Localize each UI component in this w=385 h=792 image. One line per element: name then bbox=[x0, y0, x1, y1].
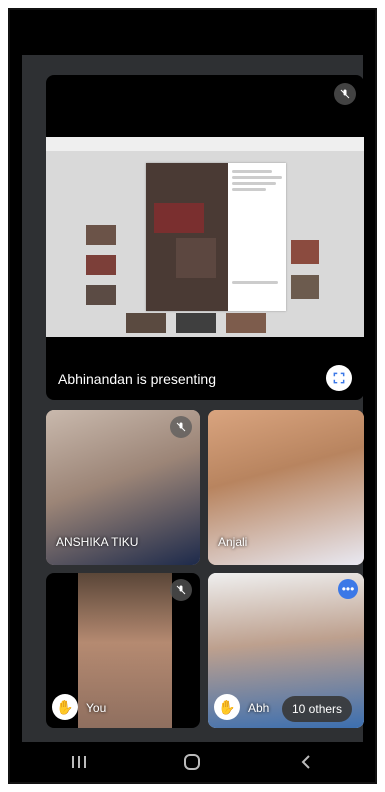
mic-off-icon bbox=[334, 83, 356, 105]
participant-name: You bbox=[86, 701, 107, 715]
home-icon bbox=[184, 754, 201, 770]
shared-screen-content bbox=[46, 137, 364, 337]
presentation-tile[interactable]: Abhinandan is presenting bbox=[46, 75, 364, 400]
more-options-button[interactable]: ••• bbox=[338, 579, 358, 599]
meet-call-screen: Abhinandan is presenting ANSHIKA TIKU An… bbox=[22, 55, 364, 742]
participant-tile[interactable]: ••• ✋ Abh 10 others bbox=[208, 573, 364, 728]
nav-recents-button[interactable] bbox=[49, 742, 109, 782]
android-nav-bar bbox=[22, 742, 363, 782]
fullscreen-button[interactable] bbox=[326, 365, 352, 391]
nav-home-button[interactable] bbox=[162, 742, 222, 782]
shared-post-caption bbox=[230, 167, 284, 307]
presenter-label: Abhinandan is presenting bbox=[58, 371, 217, 387]
mic-off-icon bbox=[170, 579, 192, 601]
nav-back-button[interactable] bbox=[276, 742, 336, 782]
raise-hand-button[interactable]: ✋ bbox=[214, 694, 240, 720]
participant-name: Abh bbox=[248, 701, 270, 715]
recents-icon bbox=[71, 756, 86, 768]
shared-post-image bbox=[146, 163, 228, 311]
hand-icon: ✋ bbox=[218, 699, 236, 715]
fullscreen-icon bbox=[333, 372, 345, 384]
mic-off-icon bbox=[170, 416, 192, 438]
participant-name: ANSHIKA TIKU bbox=[56, 535, 139, 549]
shared-browser-bar bbox=[46, 137, 364, 151]
participant-tile[interactable]: Anjali bbox=[208, 410, 364, 565]
back-icon bbox=[301, 755, 310, 769]
participant-tile[interactable]: ANSHIKA TIKU bbox=[46, 410, 200, 565]
more-options-icon: ••• bbox=[341, 582, 355, 596]
participant-tile-self[interactable]: ✋ You bbox=[46, 573, 200, 728]
participant-name: Anjali bbox=[218, 535, 248, 549]
hand-icon: ✋ bbox=[56, 699, 74, 715]
raise-hand-button[interactable]: ✋ bbox=[52, 694, 78, 720]
others-count-button[interactable]: 10 others bbox=[282, 696, 353, 722]
shared-post-dialog bbox=[146, 163, 286, 311]
